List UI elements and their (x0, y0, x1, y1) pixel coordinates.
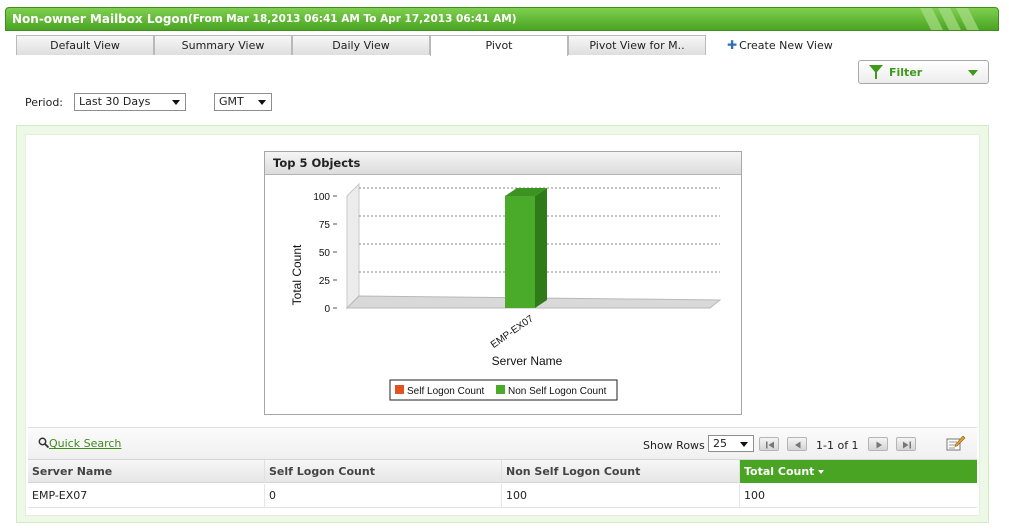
legend-label: Self Logon Count (407, 386, 485, 397)
column-header-total-count[interactable]: Total Count (740, 460, 977, 483)
bar-side (535, 188, 547, 308)
sort-descending-icon (818, 470, 825, 474)
column-header-label: Self Logon Count (269, 465, 375, 478)
chevron-down-icon (740, 442, 748, 447)
timezone-select[interactable]: GMT (214, 93, 272, 111)
y-tick-label: 25 (319, 276, 331, 287)
create-new-view-label: Create New View (739, 39, 833, 52)
filter-dropdown[interactable]: Filter (858, 60, 989, 84)
legend-label: Non Self Logon Count (508, 386, 607, 397)
column-header-server-name[interactable]: Server Name (28, 460, 265, 483)
legend-swatch (395, 385, 404, 394)
y-tick-label: 0 (324, 304, 330, 315)
prev-page-button[interactable] (787, 437, 807, 451)
tab-summary-view[interactable]: Summary View (154, 35, 292, 55)
show-rows-select[interactable]: 25 (708, 435, 754, 452)
cell-server-name: EMP-EX07 (28, 484, 265, 508)
y-tick-label: 100 (313, 192, 330, 203)
first-page-button[interactable] (759, 437, 779, 451)
column-header-label: Non Self Logon Count (506, 465, 641, 478)
chart-legend: Self Logon Count Non Self Logon Count (389, 379, 618, 401)
report-date-range: (From Mar 18,2013 06:41 AM To Apr 17,201… (188, 13, 517, 25)
table-row[interactable]: EMP-EX07 0 100 100 (28, 484, 977, 508)
last-page-icon (903, 441, 911, 449)
create-new-view-link[interactable]: ✚ Create New View (727, 38, 833, 52)
chart-left-wall (346, 182, 360, 310)
last-page-button[interactable] (896, 437, 916, 451)
report-title-bar: Non-owner Mailbox Logon (From Mar 18,201… (5, 7, 999, 31)
tab-pivot-view-for-m[interactable]: Pivot View for M.. (568, 35, 706, 55)
period-label: Period: (25, 96, 64, 109)
page-info: 1-1 of 1 (816, 439, 859, 452)
tab-default-view[interactable]: Default View (16, 35, 154, 55)
table-header: Server Name Self Logon Count Non Self Lo… (28, 459, 977, 483)
cell-self-logon-count: 0 (265, 484, 502, 508)
cell-total-count: 100 (744, 489, 765, 502)
plus-icon: ✚ (727, 38, 738, 52)
column-header-label: Total Count (744, 465, 815, 478)
grid-toolbar: Quick Search Show Rows 25 1-1 of 1 (28, 427, 977, 459)
report-title: Non-owner Mailbox Logon (12, 12, 189, 26)
x-axis-label: Server Name (492, 354, 563, 368)
chart-panel-title: Top 5 Objects (265, 152, 741, 175)
tab-daily-view[interactable]: Daily View (292, 35, 430, 55)
funnel-icon (869, 65, 883, 79)
chevron-down-icon (172, 100, 180, 105)
chart-panel: Top 5 Objects 0 25 50 75 100 Total Count Ser… (264, 151, 742, 415)
period-select[interactable]: Last 30 Days (74, 93, 186, 111)
bar-chart: 0 25 50 75 100 Total Count Server Name EMP-E… (290, 182, 722, 401)
legend-swatch (496, 385, 505, 394)
show-rows-label: Show Rows (643, 439, 705, 452)
prev-page-icon (795, 441, 801, 449)
chevron-down-icon (258, 100, 266, 105)
quick-search-link[interactable]: Quick Search (49, 437, 121, 450)
chart-bars (505, 188, 547, 308)
column-header-non-self-logon-count[interactable]: Non Self Logon Count (502, 460, 740, 483)
first-page-icon (766, 441, 774, 449)
y-axis-label: Total Count (290, 244, 304, 305)
title-bar-decoration (920, 8, 979, 30)
x-tick-label: EMP-EX07 (489, 313, 536, 351)
next-page-button[interactable] (868, 437, 888, 451)
chart-x-categories: EMP-EX07 (489, 313, 536, 351)
filter-label: Filter (889, 66, 923, 79)
cell-non-self-logon-count: 100 (502, 484, 740, 508)
column-header-self-logon-count[interactable]: Self Logon Count (265, 460, 502, 483)
y-tick-label: 50 (319, 248, 331, 259)
next-page-icon (876, 441, 882, 449)
y-tick-label: 75 (319, 220, 331, 231)
show-rows-value: 25 (713, 437, 727, 450)
quick-search[interactable]: Quick Search (38, 437, 121, 450)
search-icon (38, 437, 50, 449)
edit-columns-icon[interactable] (946, 436, 966, 452)
tab-pivot[interactable]: Pivot (430, 35, 568, 56)
chevron-down-icon (968, 70, 978, 76)
timezone-value: GMT (219, 95, 244, 108)
column-header-label: Server Name (32, 465, 113, 478)
bar-front (505, 196, 535, 308)
chart-y-ticks: 0 25 50 75 100 (313, 192, 337, 315)
period-value: Last 30 Days (79, 95, 151, 108)
